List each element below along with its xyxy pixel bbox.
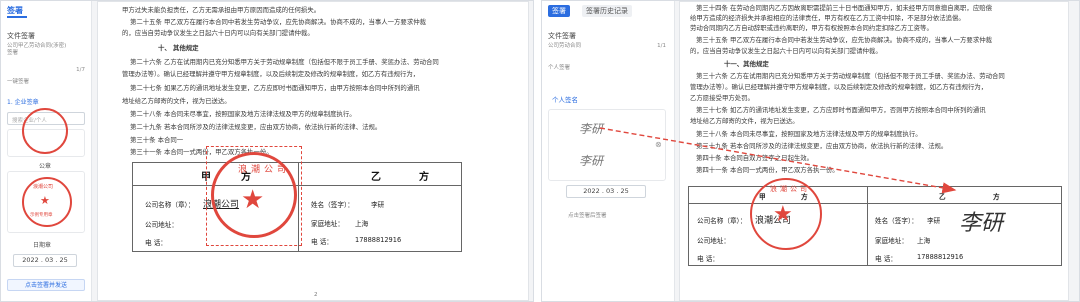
one-click-sign[interactable]: 一键签署 xyxy=(7,79,83,86)
party-b-header-2: 方 xyxy=(419,172,429,183)
home-label: 家庭地址： xyxy=(311,220,344,228)
date-stamp-value[interactable]: 2022 . 03 . 25 xyxy=(13,254,77,267)
seal-stamp-text: 浪潮公司 xyxy=(770,185,810,193)
doc-line: 给甲方造成的经济损失并承担相应的法律责任，甲方有权在乙方工资中扣除，不足部分依法… xyxy=(690,14,965,22)
doc-line: 第二十九条 若本合同所涉及的法律法规变更，应由双方协商，依法执行新的法律、法规。 xyxy=(130,123,382,131)
name-value: 李研 xyxy=(371,201,385,209)
doc-line: 第二十六条 乙方在试用期内已充分知悉甲方关于劳动规章制度（包括但不限于员工手册、… xyxy=(130,58,439,66)
file-note: 公司劳动合同 xyxy=(548,43,582,49)
date-stamp-value[interactable]: 2022 . 03 . 25 xyxy=(566,185,646,198)
sign-and-send-button[interactable]: 点击签署并发送 xyxy=(7,279,85,291)
signature-table: 甲 方 乙 方 公司名称（章）： 浪潮公司 公司地址： 电 话： 姓名（签字）：… xyxy=(688,186,1062,266)
seal-card-official[interactable] xyxy=(7,108,85,157)
sign-after-link[interactable]: 点击签署后签署 xyxy=(568,213,644,220)
file-count: 1/1 xyxy=(657,43,666,49)
file-section-label: 文件签署 xyxy=(548,32,576,40)
doc-line: 地址给乙方邮寄的文件，视为已送达。 xyxy=(690,117,799,125)
seal-thumb-text: 浪潮公司 xyxy=(33,184,54,190)
doc-line: 第三十九条 若本合同所涉及的法律法规变更，应由双方协商，依法执行新的法律、法规。 xyxy=(696,142,948,150)
seal-label-official: 公章 xyxy=(39,163,52,170)
doc-line: 管理办法等）。确认已经理解并遵守甲方规章制度，以及后续制定及修改的规章制度，如乙… xyxy=(122,70,420,78)
doc-line: 第三十四条 在劳动合同期内乙方因故离职需提前三十日书面通知甲方，如未经甲方同意擅… xyxy=(696,4,992,12)
handwritten-signature[interactable]: 李研 xyxy=(959,205,1003,237)
doc-line: 第三十六条 乙方在试用期内已充分知悉甲方关于劳动规章制度（包括但不限于员工手册、… xyxy=(696,72,1005,80)
phone-b-label: 电 话： xyxy=(875,255,897,263)
signature-sample-2[interactable]: 李研 xyxy=(579,152,603,169)
star-icon: ★ xyxy=(241,185,265,215)
doc-line: 第三十条 本合同一 xyxy=(130,136,184,144)
party-b-header: 乙 xyxy=(939,193,946,201)
phone-label: 电 话： xyxy=(697,255,719,263)
left-signing-window: 签署 文件签署 公司甲乙劳动合同(涉密) 签署 1/7 一键签署 1. 企业签章 … xyxy=(0,0,534,302)
sidebar-title[interactable]: 签署 xyxy=(7,5,27,18)
doc-line: 甲方过失未能负担责任，乙方无需承担由甲方原因而造成的任何损失。 xyxy=(122,6,321,14)
personal-signature-tab[interactable]: 个人签名 xyxy=(552,97,628,104)
file-count: 1/7 xyxy=(76,67,85,73)
right-signing-window: 签署 签署历史记录 文件签署 公司劳动合同 1/1 个人签署 个人签名 李研 ⊗… xyxy=(541,0,1080,302)
right-sidebar: 签署 签署历史记录 文件签署 公司劳动合同 1/1 个人签署 个人签名 李研 ⊗… xyxy=(542,1,675,301)
party-b-header: 乙 xyxy=(371,172,381,183)
address-label: 公司地址： xyxy=(697,237,730,245)
name-label: 姓名（签字）： xyxy=(311,201,354,209)
doc-line: 第四十一条 本合同一式两份，甲乙双方各执一份。 xyxy=(696,166,839,174)
doc-line: 第三十五条 甲乙双方在履行本合同中若发生劳动争议，应先协商解决。协商不成的，当事… xyxy=(696,36,992,44)
page-number: 2 xyxy=(314,292,318,298)
doc-line: 地址给乙方邮寄的文件，视为已送达。 xyxy=(122,97,231,105)
home-value: 上海 xyxy=(355,220,369,228)
doc-line: 的，应当自劳动争议发生之日起六十日内可以向有关部门提请仲裁。 xyxy=(690,47,882,55)
right-contract-page: 第三十四条 在劳动合同期内乙方因故离职需提前三十日书面通知甲方，如未经甲方同意擅… xyxy=(679,1,1069,301)
company-label: 公司名称（章）： xyxy=(697,217,747,225)
party-b-header-2: 方 xyxy=(993,193,1000,201)
seal-card-contract[interactable]: ★ 浪潮公司 示例专用章 xyxy=(7,171,85,233)
file-note: 公司甲乙劳动合同(涉密) 签署 xyxy=(7,43,67,56)
doc-heading: 十一、其他规定 xyxy=(724,60,769,68)
person-sign-label: 个人签署 xyxy=(548,65,571,71)
doc-line: 第二十五条 甲乙双方在履行本合同中若发生劳动争议，应先协商解决。协商不成的，当事… xyxy=(130,18,426,26)
step-label: 1. 企业签章 xyxy=(7,99,39,106)
doc-line: 第四十条 本合同自双方签字之日起生效。 xyxy=(696,154,814,162)
doc-line: 第二十七条 如果乙方的通讯地址发生变更，乙方应即时书面通知甲方，由甲方按照本合同… xyxy=(130,84,420,92)
address-label: 公司地址： xyxy=(145,221,178,229)
star-icon: ★ xyxy=(773,202,793,227)
left-contract-page: 甲方过失未能负担责任，乙方无需承担由甲方原因而造成的任何损失。 第二十五条 甲乙… xyxy=(97,1,529,301)
left-sidebar: 签署 文件签署 公司甲乙劳动合同(涉密) 签署 1/7 一键签署 1. 企业签章 … xyxy=(1,1,92,301)
seal-label-date: 日期章 xyxy=(33,242,52,249)
doc-line: 乙方愿接受甲方处罚。 xyxy=(690,94,754,102)
seal-thumb-subtext: 示例专用章 xyxy=(30,213,53,218)
close-icon[interactable]: ⊗ xyxy=(655,140,662,149)
phone-b-value: 17888812916 xyxy=(355,236,402,244)
doc-line: 的，应当自劳动争议发生之日起六十日内可以向有关部门提请仲裁。 xyxy=(122,29,314,37)
signature-sample-1[interactable]: 李研 xyxy=(579,120,603,137)
name-label: 姓名（签字）： xyxy=(875,217,918,225)
phone-b-label: 电 话： xyxy=(311,238,333,246)
phone-label: 电 话： xyxy=(145,239,167,247)
seal-thumbnail xyxy=(22,108,68,154)
file-section-label: 文件签署 xyxy=(7,32,35,40)
doc-line: 劳动合同期内乙方自动辞职或违约离职的，甲方有权按照本合同约定扣除乙方工资等。 xyxy=(690,24,933,32)
company-label: 公司名称（章）： xyxy=(145,201,195,209)
star-icon: ★ xyxy=(40,194,50,207)
tab-sign[interactable]: 签署 xyxy=(548,5,570,17)
doc-heading: 十、 其他规定 xyxy=(158,44,199,52)
home-value: 上海 xyxy=(917,237,931,245)
home-label: 家庭地址： xyxy=(875,237,908,245)
doc-line: 管理办法等）。确认已经理解并遵守甲方规章制度，以及后续制定及修改的规章制度，如乙… xyxy=(690,83,988,91)
name-value: 李研 xyxy=(927,217,941,225)
phone-b-value: 17888812916 xyxy=(917,253,964,261)
tab-history[interactable]: 签署历史记录 xyxy=(582,5,632,17)
seal-stamp-text: 浪潮公司 xyxy=(238,165,291,175)
signature-card-list: 李研 ⊗ 李研 xyxy=(548,109,666,181)
doc-line: 第三十七条 如乙方的通讯地址发生变更，乙方应即时书面通知甲方，否则甲方按照本合同… xyxy=(696,106,986,114)
doc-line: 第二十八条 本合同未尽事宜，按照国家及地方法律法规及甲方的规章制度执行。 xyxy=(130,110,356,118)
doc-line: 第三十八条 本合同未尽事宜，按照国家及地方法律法规及甲方的规章制度执行。 xyxy=(696,130,922,138)
